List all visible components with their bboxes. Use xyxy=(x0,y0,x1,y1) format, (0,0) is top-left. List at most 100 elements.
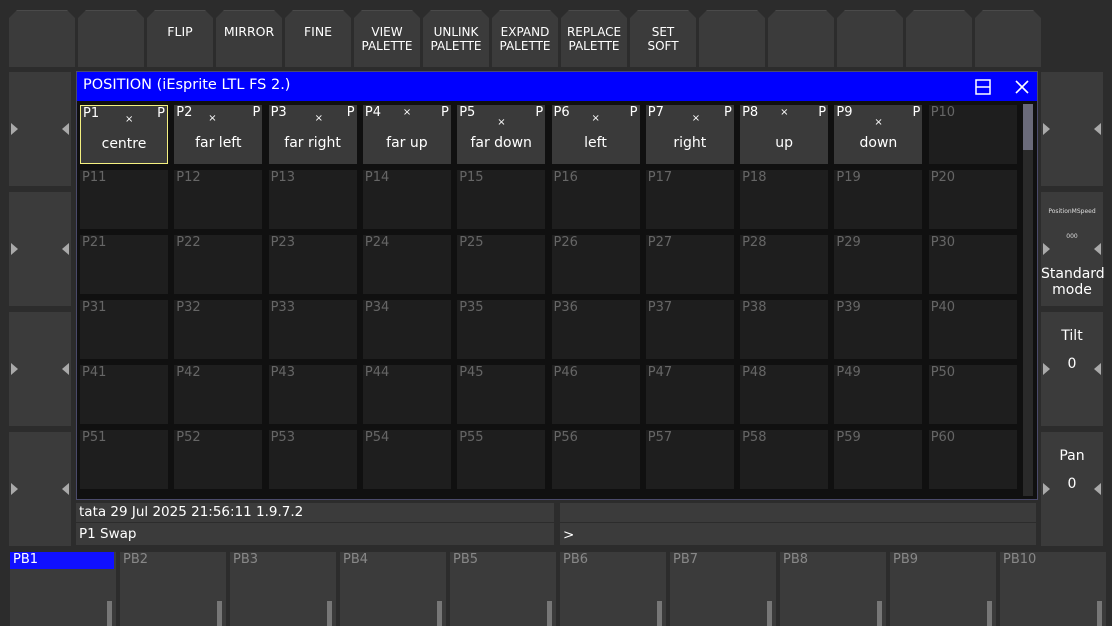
palette-cell[interactable]: P51 xyxy=(80,430,168,489)
left-encoder-1[interactable] xyxy=(9,72,71,186)
palette-cell[interactable]: P40 xyxy=(928,300,1017,359)
palette-cell[interactable]: P45 xyxy=(457,365,546,424)
palette-cell[interactable]: P39 xyxy=(834,300,923,359)
toolbar-button-1[interactable] xyxy=(9,10,75,67)
palette-cell[interactable]: P36 xyxy=(551,300,640,359)
toolbar-button-11[interactable] xyxy=(699,10,765,67)
palette-cell[interactable]: P30 xyxy=(928,235,1017,294)
playback-3[interactable]: PB3 xyxy=(230,552,336,626)
playback-1[interactable]: PB1 xyxy=(10,552,116,626)
palette-cell[interactable]: P4 × Pfar up xyxy=(362,105,451,164)
palette-cell[interactable]: P48 xyxy=(740,365,829,424)
palette-cell[interactable]: P35 xyxy=(457,300,546,359)
tilt-encoder[interactable]: Tilt 0 xyxy=(1041,312,1103,426)
palette-cell[interactable]: P28 xyxy=(740,235,829,294)
palette-cell[interactable]: P15 xyxy=(457,170,546,229)
command-prompt[interactable]: > xyxy=(560,523,1036,545)
palette-cell[interactable]: P52 xyxy=(174,430,263,489)
toolbar-button-2[interactable] xyxy=(78,10,144,67)
palette-cell[interactable]: P12 xyxy=(174,170,263,229)
playback-2[interactable]: PB2 xyxy=(120,552,226,626)
playback-fader[interactable] xyxy=(327,601,332,626)
playback-8[interactable]: PB8 xyxy=(780,552,886,626)
toolbar-button-9[interactable]: REPLACE PALETTE xyxy=(561,10,627,67)
palette-cell[interactable]: P32 xyxy=(174,300,263,359)
palette-cell[interactable]: P47 xyxy=(645,365,734,424)
playback-fader[interactable] xyxy=(437,601,442,626)
command-line[interactable]: P1 Swap xyxy=(76,523,554,545)
playback-6[interactable]: PB6 xyxy=(560,552,666,626)
scrollbar-thumb[interactable] xyxy=(1023,104,1033,150)
palette-cell[interactable]: P54 xyxy=(362,430,451,489)
playback-5[interactable]: PB5 xyxy=(450,552,556,626)
toolbar-button-12[interactable] xyxy=(768,10,834,67)
palette-cell[interactable]: P44 xyxy=(362,365,451,424)
toolbar-button-8[interactable]: EXPAND PALETTE xyxy=(492,10,558,67)
restore-icon[interactable] xyxy=(975,79,991,95)
palette-cell[interactable]: P7 × Pright xyxy=(645,105,734,164)
palette-cell[interactable]: P6 × Pleft xyxy=(551,105,640,164)
toolbar-button-14[interactable] xyxy=(906,10,972,67)
palette-cell[interactable]: P8 × Pup xyxy=(740,105,829,164)
palette-cell[interactable]: P57 xyxy=(645,430,734,489)
palette-cell[interactable]: P34 xyxy=(362,300,451,359)
palette-cell[interactable]: P19 xyxy=(834,170,923,229)
palette-cell[interactable]: P29 xyxy=(834,235,923,294)
palette-cell[interactable]: P37 xyxy=(645,300,734,359)
palette-cell[interactable]: P2 × Pfar left xyxy=(174,105,263,164)
palette-cell[interactable]: P31 xyxy=(80,300,168,359)
palette-cell[interactable]: P27 xyxy=(645,235,734,294)
palette-cell[interactable]: P22 xyxy=(174,235,263,294)
toolbar-button-6[interactable]: VIEW PALETTE xyxy=(354,10,420,67)
playback-fader[interactable] xyxy=(1097,601,1102,626)
palette-cell[interactable]: P1 × Pcentre xyxy=(80,105,168,164)
palette-cell[interactable]: P18 xyxy=(740,170,829,229)
palette-cell[interactable]: P11 xyxy=(80,170,168,229)
palette-cell[interactable]: P20 xyxy=(928,170,1017,229)
playback-fader[interactable] xyxy=(877,601,882,626)
grid-scrollbar[interactable] xyxy=(1023,104,1033,496)
palette-cell[interactable]: P42 xyxy=(174,365,263,424)
palette-cell[interactable]: P58 xyxy=(740,430,829,489)
palette-cell[interactable]: P33 xyxy=(268,300,357,359)
toolbar-button-5[interactable]: FINE xyxy=(285,10,351,67)
palette-cell[interactable]: P38 xyxy=(740,300,829,359)
left-encoder-3[interactable] xyxy=(9,312,71,426)
playback-10[interactable]: PB10 xyxy=(1000,552,1106,626)
playback-fader[interactable] xyxy=(657,601,662,626)
speed-encoder[interactable]: PositionMSpeed 000 Standard mode xyxy=(1041,192,1105,306)
toolbar-button-4[interactable]: MIRROR xyxy=(216,10,282,67)
toolbar-button-13[interactable] xyxy=(837,10,903,67)
palette-cell[interactable]: P21 xyxy=(80,235,168,294)
close-icon[interactable] xyxy=(1014,79,1030,95)
palette-cell[interactable]: P50 xyxy=(928,365,1017,424)
window-titlebar[interactable]: POSITION (iEsprite LTL FS 2.) xyxy=(77,72,1037,101)
palette-cell[interactable]: P56 xyxy=(551,430,640,489)
playback-fader[interactable] xyxy=(767,601,772,626)
palette-cell[interactable]: P59 xyxy=(834,430,923,489)
playback-9[interactable]: PB9 xyxy=(890,552,996,626)
pan-encoder[interactable]: Pan 0 xyxy=(1041,432,1103,546)
playback-fader[interactable] xyxy=(547,601,552,626)
palette-cell[interactable]: P9 × Pdown xyxy=(834,105,923,164)
playback-fader[interactable] xyxy=(987,601,992,626)
palette-cell[interactable]: P14 xyxy=(362,170,451,229)
toolbar-button-3[interactable]: FLIP xyxy=(147,10,213,67)
palette-cell[interactable]: P3 × Pfar right xyxy=(268,105,357,164)
toolbar-button-15[interactable] xyxy=(975,10,1041,67)
palette-cell[interactable]: P49 xyxy=(834,365,923,424)
palette-cell[interactable]: P41 xyxy=(80,365,168,424)
playback-7[interactable]: PB7 xyxy=(670,552,776,626)
right-encoder-1[interactable] xyxy=(1041,72,1103,186)
playback-fader[interactable] xyxy=(107,601,112,626)
palette-cell[interactable]: P17 xyxy=(645,170,734,229)
toolbar-button-10[interactable]: SET SOFT xyxy=(630,10,696,67)
playback-fader[interactable] xyxy=(217,601,222,626)
palette-cell[interactable]: P60 xyxy=(928,430,1017,489)
palette-cell[interactable]: P24 xyxy=(362,235,451,294)
playback-4[interactable]: PB4 xyxy=(340,552,446,626)
palette-cell[interactable]: P25 xyxy=(457,235,546,294)
left-encoder-4[interactable] xyxy=(9,432,71,546)
palette-cell[interactable]: P23 xyxy=(268,235,357,294)
palette-cell[interactable]: P26 xyxy=(551,235,640,294)
